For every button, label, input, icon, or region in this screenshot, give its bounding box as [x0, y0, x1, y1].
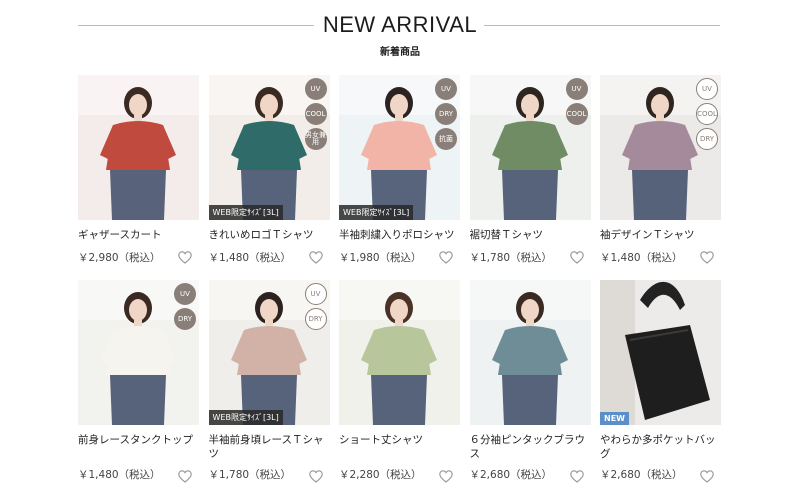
product-name[interactable]: 袖デザインＴシャツ — [600, 228, 721, 242]
feature-badge: DRY — [696, 128, 718, 150]
product-name[interactable]: ６分袖ピンタックブラウス — [470, 433, 591, 461]
product-name[interactable]: きれいめロゴＴシャツ — [209, 228, 330, 242]
favorite-heart-icon[interactable] — [439, 249, 453, 264]
feature-badge: DRY — [304, 308, 327, 330]
product-image[interactable] — [78, 75, 199, 220]
feature-badges: UV DRY — [304, 283, 327, 330]
feature-badge: UV — [696, 78, 718, 100]
favorite-heart-icon[interactable] — [700, 249, 714, 264]
feature-badges: UV COOL — [565, 78, 588, 125]
new-tag: NEW — [600, 412, 629, 425]
product-price: ￥2,280（税込） — [339, 469, 422, 481]
favorite-heart-icon[interactable] — [700, 468, 714, 483]
product-image[interactable]: UV COOL — [469, 75, 591, 220]
product-image[interactable]: NEW — [600, 280, 721, 425]
product-price: ￥2,680（税込） — [600, 469, 683, 481]
feature-badges: UV COOL DRY — [696, 78, 718, 150]
product-image[interactable]: UV DRY — [78, 280, 199, 425]
favorite-heart-icon[interactable] — [308, 249, 323, 264]
product-name[interactable]: ギャザースカート — [78, 228, 199, 242]
product-name[interactable]: 裾切替Ｔシャツ — [470, 228, 591, 242]
favorite-heart-icon[interactable] — [439, 468, 453, 483]
feature-badge: UV — [304, 78, 327, 100]
product-name[interactable]: やわらか多ポケットバッグ — [600, 433, 721, 461]
product-name[interactable]: ショート丈シャツ — [339, 433, 460, 447]
product-name[interactable]: 半袖刺繍入りポロシャツ — [339, 228, 460, 242]
product-price: ￥2,680（税込） — [469, 469, 553, 481]
feature-badge: UV — [304, 283, 327, 305]
product-image[interactable]: UV COOL 男女兼用 WEB限定ｻｲｽﾞ[3L] — [208, 75, 330, 220]
feature-badge: UV — [174, 283, 196, 305]
section-subtitle: 新着商品 — [380, 47, 420, 58]
feature-badge: DRY — [174, 308, 196, 330]
product-price: ￥1,480（税込） — [600, 252, 683, 264]
feature-badges: UV DRY — [174, 283, 196, 330]
product-price: ￥1,780（税込） — [469, 252, 553, 264]
product-name[interactable]: 前身レースタンクトップ — [78, 433, 199, 447]
feature-badge: COOL — [304, 103, 327, 125]
web-limited-size-tag: WEB限定ｻｲｽﾞ[3L] — [339, 205, 414, 220]
product-price: ￥1,480（税込） — [78, 469, 161, 481]
product-price: ￥1,480（税込） — [208, 252, 292, 264]
divider-right — [484, 25, 720, 26]
favorite-heart-icon[interactable] — [178, 249, 192, 264]
feature-badge: UV — [435, 78, 457, 100]
feature-badge: 抗菌 — [435, 128, 457, 150]
favorite-heart-icon[interactable] — [178, 468, 192, 483]
feature-badge: COOL — [565, 103, 588, 125]
product-image[interactable] — [339, 280, 460, 425]
feature-badge: COOL — [696, 103, 718, 125]
product-name[interactable]: 半袖前身頃レースＴシャツ — [209, 433, 330, 461]
favorite-heart-icon[interactable] — [569, 249, 584, 264]
feature-badges: UV DRY 抗菌 — [435, 78, 457, 150]
section-header: NEW ARRIVAL 新着商品 — [0, 0, 800, 70]
favorite-heart-icon[interactable] — [569, 468, 584, 483]
favorite-heart-icon[interactable] — [308, 468, 323, 483]
web-limited-size-tag: WEB限定ｻｲｽﾞ[3L] — [208, 410, 283, 425]
product-image[interactable]: UV COOL DRY — [600, 75, 721, 220]
product-image[interactable]: UV DRY 抗菌 WEB限定ｻｲｽﾞ[3L] — [339, 75, 460, 220]
feature-badge: UV — [565, 78, 588, 100]
product-price: ￥2,980（税込） — [78, 252, 161, 264]
feature-badge: DRY — [435, 103, 457, 125]
feature-badges: UV COOL 男女兼用 — [304, 78, 327, 150]
product-image[interactable] — [469, 280, 591, 425]
product-image[interactable]: UV DRY WEB限定ｻｲｽﾞ[3L] — [208, 280, 330, 425]
product-price: ￥1,780（税込） — [208, 469, 292, 481]
feature-badge: 男女兼用 — [304, 128, 327, 150]
product-price: ￥1,980（税込） — [339, 252, 422, 264]
web-limited-size-tag: WEB限定ｻｲｽﾞ[3L] — [208, 205, 283, 220]
